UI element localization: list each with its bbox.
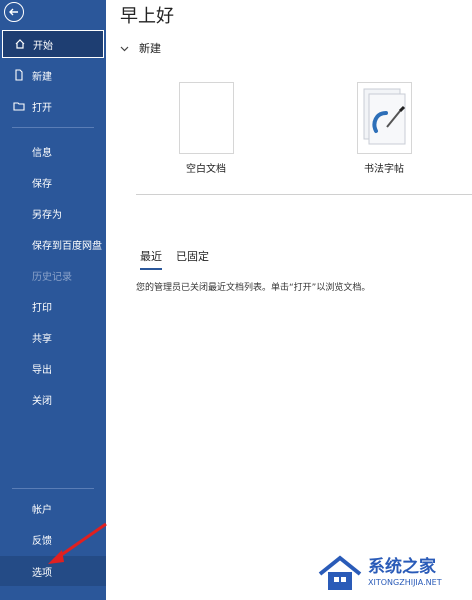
sidebar-divider bbox=[12, 488, 94, 489]
tab-pinned[interactable]: 已固定 bbox=[176, 248, 209, 270]
sidebar-item-info[interactable]: 信息 bbox=[0, 137, 106, 165]
sidebar-item-account[interactable]: 帐户 bbox=[0, 494, 106, 522]
back-arrow-icon[interactable] bbox=[4, 2, 24, 22]
backstage-main: 早上好 新建 空白文档 书法字帖 最近 已固定 您的管理员已关闭最近文档列表。单… bbox=[106, 0, 472, 600]
sidebar-item-label: 开始 bbox=[33, 40, 53, 52]
sidebar-item-history: 历史记录 bbox=[0, 261, 106, 289]
recent-tabs: 最近 已固定 bbox=[140, 248, 223, 270]
sidebar-item-label: 历史记录 bbox=[32, 271, 72, 283]
sidebar-item-label: 保存到百度网盘 bbox=[32, 240, 102, 252]
template-blank-document[interactable]: 空白文档 bbox=[146, 82, 266, 175]
sidebar-item-label: 另存为 bbox=[32, 209, 62, 221]
sidebar-item-label: 共享 bbox=[32, 333, 52, 345]
sidebar-item-label: 导出 bbox=[32, 364, 52, 376]
sidebar-item-label: 打开 bbox=[32, 102, 52, 114]
open-folder-icon bbox=[12, 99, 26, 113]
sidebar-item-label: 新建 bbox=[32, 71, 52, 83]
section-divider bbox=[136, 194, 472, 195]
sidebar-item-print[interactable]: 打印 bbox=[0, 292, 106, 320]
watermark-url: XITONGZHIJIA.NET bbox=[368, 578, 442, 587]
sidebar-item-open[interactable]: 打开 bbox=[0, 92, 106, 120]
sidebar-item-label: 关闭 bbox=[32, 395, 52, 407]
sidebar-item-save[interactable]: 保存 bbox=[0, 168, 106, 196]
new-section-header[interactable]: 新建 bbox=[120, 40, 161, 56]
house-logo-icon bbox=[318, 555, 362, 590]
calligraphy-brush-icon bbox=[363, 88, 405, 145]
annotation-arrow-icon bbox=[48, 522, 107, 564]
calligraphy-thumbnail bbox=[356, 82, 412, 154]
watermark-logo: 系统之家 XITONGZHIJIA.NET bbox=[316, 548, 472, 600]
new-document-icon bbox=[12, 68, 26, 82]
sidebar-item-label: 帐户 bbox=[32, 504, 52, 516]
home-icon bbox=[13, 37, 27, 51]
sidebar-divider bbox=[12, 127, 94, 128]
backstage-sidebar: 开始 新建 打开 信息 保存 另存为 保存到百度网盘 历史记录 打印 共享 导出… bbox=[0, 0, 106, 600]
sidebar-item-export[interactable]: 导出 bbox=[0, 354, 106, 382]
new-section-title: 新建 bbox=[139, 42, 161, 55]
watermark-name: 系统之家 bbox=[368, 557, 436, 577]
sidebar-item-label: 打印 bbox=[32, 302, 52, 314]
chevron-down-icon bbox=[120, 42, 129, 55]
sidebar-item-close[interactable]: 关闭 bbox=[0, 385, 106, 413]
template-label: 书法字帖 bbox=[364, 164, 404, 175]
tab-recent[interactable]: 最近 bbox=[140, 248, 162, 270]
recent-documents-notice: 您的管理员已关闭最近文档列表。单击“打开”以浏览文档。 bbox=[136, 283, 371, 293]
sidebar-item-label: 信息 bbox=[32, 147, 52, 159]
template-label: 空白文档 bbox=[186, 164, 226, 175]
sidebar-item-label: 保存 bbox=[32, 178, 52, 190]
sidebar-item-share[interactable]: 共享 bbox=[0, 323, 106, 351]
sidebar-item-new[interactable]: 新建 bbox=[0, 61, 106, 89]
template-calligraphy[interactable]: 书法字帖 bbox=[324, 82, 444, 175]
greeting-title: 早上好 bbox=[120, 6, 174, 27]
blank-document-thumbnail bbox=[178, 82, 234, 154]
sidebar-item-save-to-baidu[interactable]: 保存到百度网盘 bbox=[0, 230, 106, 258]
sidebar-item-save-as[interactable]: 另存为 bbox=[0, 199, 106, 227]
sidebar-item-home[interactable]: 开始 bbox=[2, 30, 104, 58]
